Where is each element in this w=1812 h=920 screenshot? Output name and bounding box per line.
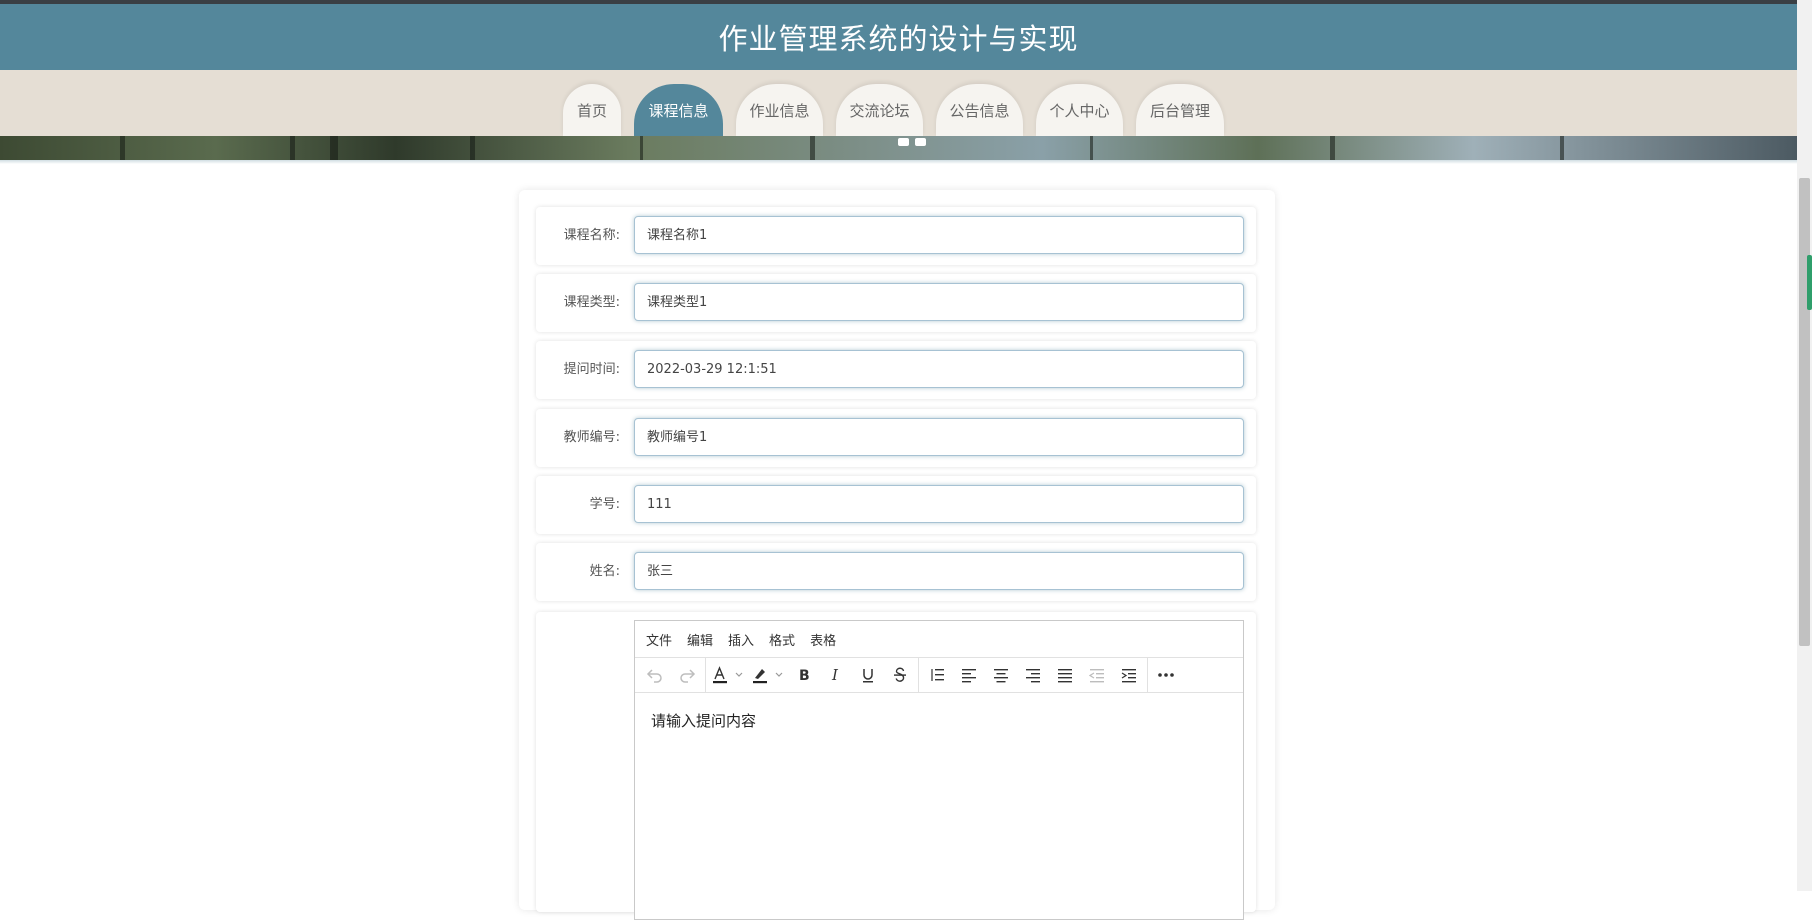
course-type-label: 课程类型: — [563, 295, 620, 310]
name-input[interactable]: 张三 — [634, 552, 1244, 590]
redo-icon[interactable] — [671, 660, 703, 690]
rich-text-editor: 文件 编辑 插入 格式 表格 B I 请输入提问内容 — [634, 620, 1244, 920]
nav-bar: 首页 课程信息 作业信息 交流论坛 公告信息 个人中心 后台管理 — [0, 70, 1797, 136]
nav-course-info[interactable]: 课程信息 — [634, 84, 723, 136]
form-row-teacher-id: 教师编号: 教师编号1 — [536, 409, 1256, 467]
align-justify-icon[interactable] — [1049, 660, 1081, 690]
nav-forum[interactable]: 交流论坛 — [836, 84, 923, 136]
teacher-id-input[interactable]: 教师编号1 — [634, 418, 1244, 456]
toolbar-separator — [918, 657, 919, 693]
align-center-icon[interactable] — [985, 660, 1017, 690]
form-row-student-id: 学号: 111 — [536, 476, 1256, 534]
font-color-icon[interactable] — [708, 660, 748, 690]
student-id-input[interactable]: 111 — [634, 485, 1244, 523]
bold-icon[interactable]: B — [788, 660, 820, 690]
banner-divider — [0, 160, 1797, 164]
question-time-input[interactable]: 2022-03-29 12:1:51 — [634, 350, 1244, 388]
menu-file[interactable]: 文件 — [646, 630, 672, 649]
course-name-label: 课程名称: — [563, 228, 620, 243]
nav-personal-center[interactable]: 个人中心 — [1036, 84, 1123, 136]
align-left-icon[interactable] — [953, 660, 985, 690]
site-title: 作业管理系统的设计与实现 — [718, 22, 1079, 56]
menu-insert[interactable]: 插入 — [728, 630, 754, 649]
form-row-course-type: 课程类型: 课程类型1 — [536, 274, 1256, 332]
student-id-label: 学号: — [589, 497, 620, 512]
question-time-label: 提问时间: — [563, 362, 620, 377]
outdent-icon[interactable] — [1081, 660, 1113, 690]
nav-tabs: 首页 课程信息 作业信息 交流论坛 公告信息 个人中心 后台管理 — [563, 84, 1224, 136]
nav-home[interactable]: 首页 — [563, 84, 621, 136]
editor-toolbar: B I — [635, 657, 1243, 693]
svg-text:B: B — [799, 668, 810, 683]
editor-content-area[interactable]: 请输入提问内容 — [635, 693, 1243, 748]
banner-carousel-dots[interactable] — [868, 136, 934, 160]
course-name-input[interactable]: 课程名称1 — [634, 216, 1244, 254]
menu-format[interactable]: 格式 — [769, 630, 795, 649]
underline-icon[interactable] — [852, 660, 884, 690]
page-scrollbar[interactable] — [1797, 0, 1812, 891]
scrollbar-thumb[interactable] — [1799, 178, 1810, 646]
indent-icon[interactable] — [1113, 660, 1145, 690]
form-row-question-content: 文件 编辑 插入 格式 表格 B I 请输入提问内容 — [536, 612, 1256, 920]
name-label: 姓名: — [589, 564, 620, 579]
italic-icon[interactable]: I — [820, 660, 852, 690]
course-type-input[interactable]: 课程类型1 — [634, 283, 1244, 321]
form-row-course-name: 课程名称: 课程名称1 — [536, 207, 1256, 265]
more-icon[interactable] — [1150, 660, 1182, 690]
highlight-color-icon[interactable] — [748, 660, 788, 690]
strikethrough-icon[interactable] — [884, 660, 916, 690]
teacher-id-label: 教师编号: — [563, 430, 620, 445]
nav-announcements[interactable]: 公告信息 — [936, 84, 1023, 136]
align-right-icon[interactable] — [1017, 660, 1049, 690]
editor-placeholder-text: 请输入提问内容 — [651, 712, 757, 730]
svg-text:I: I — [831, 667, 839, 683]
site-header: 作业管理系统的设计与实现 — [0, 4, 1797, 70]
editor-menubar: 文件 编辑 插入 格式 表格 — [635, 621, 1243, 657]
menu-edit[interactable]: 编辑 — [687, 630, 713, 649]
scrollbar-marker — [1807, 255, 1812, 310]
toolbar-separator — [1147, 657, 1148, 693]
undo-icon[interactable] — [639, 660, 671, 690]
nav-admin[interactable]: 后台管理 — [1136, 84, 1224, 136]
toolbar-separator — [705, 657, 706, 693]
nav-homework-info[interactable]: 作业信息 — [736, 84, 823, 136]
line-height-icon[interactable] — [921, 660, 953, 690]
form-row-name: 姓名: 张三 — [536, 543, 1256, 601]
banner-image — [0, 136, 1797, 160]
menu-table[interactable]: 表格 — [810, 630, 836, 649]
form-row-question-time: 提问时间: 2022-03-29 12:1:51 — [536, 341, 1256, 399]
